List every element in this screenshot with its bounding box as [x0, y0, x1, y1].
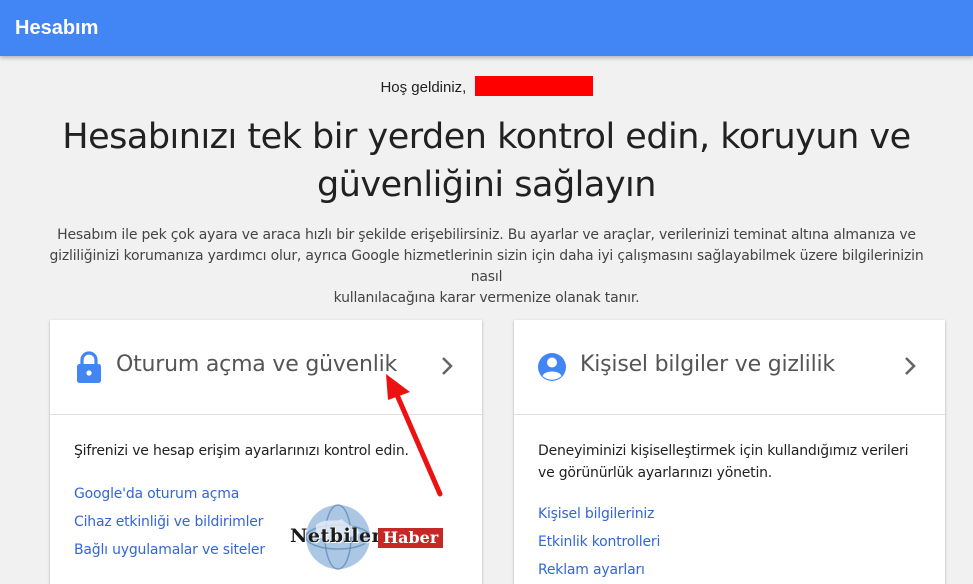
- card-personal-info-privacy-header[interactable]: Kişisel bilgiler ve gizlilik: [514, 320, 945, 415]
- redacted-username: [474, 76, 593, 96]
- watermark-netbilen: Netbilen: [290, 525, 386, 547]
- personal-info-links: Kişisel bilgileriniz Etkinlik kontroller…: [538, 500, 660, 584]
- person-icon: [538, 353, 566, 381]
- intro-line-3: kullanılacağına karar vermenize olanak t…: [333, 290, 640, 306]
- link-connected-apps[interactable]: Bağlı uygulamalar ve siteler: [74, 536, 265, 564]
- headline-line-1: Hesabınızı tek bir yerden kontrol edin, …: [62, 117, 911, 157]
- page-headline: Hesabınızı tek bir yerden kontrol edin, …: [60, 113, 913, 209]
- watermark-haber: Haber: [378, 528, 444, 548]
- signin-security-links: Google'da oturum açma Cihaz etkinliği ve…: [74, 480, 265, 564]
- intro-paragraph: Hesabım ile pek çok ayara ve araca hızlı…: [40, 225, 933, 309]
- intro-line-2: gizliliğinizi korumanıza yardımcı olur, …: [49, 248, 924, 285]
- intro-line-1: Hesabım ile pek çok ayara ve araca hızlı…: [57, 227, 916, 243]
- link-ad-settings[interactable]: Reklam ayarları: [538, 556, 660, 584]
- chevron-right-icon[interactable]: [440, 356, 454, 376]
- chevron-right-icon[interactable]: [903, 356, 917, 376]
- description-line-1: Deneyiminizi kişiselleştirmek için kulla…: [538, 443, 909, 459]
- app-title[interactable]: Hesabım: [15, 17, 98, 40]
- welcome-message: Hoş geldiniz,: [0, 76, 973, 96]
- welcome-text: Hoş geldiniz,: [380, 79, 467, 96]
- card-personal-info-privacy-title: Kişisel bilgiler ve gizlilik: [580, 352, 835, 377]
- card-signin-security-header[interactable]: Oturum açma ve güvenlik: [50, 320, 482, 415]
- link-activity-controls[interactable]: Etkinlik kontrolleri: [538, 528, 660, 556]
- lock-icon: [77, 351, 101, 383]
- card-signin-security-description: Şifrenizi ve hesap erişim ayarlarınızı k…: [74, 443, 409, 459]
- description-line-2: ve görünürlük ayarlarınızı yönetin.: [538, 465, 773, 481]
- link-personal-info[interactable]: Kişisel bilgileriniz: [538, 500, 660, 528]
- top-app-bar: Hesabım: [0, 0, 973, 56]
- card-signin-security-title: Oturum açma ve güvenlik: [116, 352, 398, 377]
- link-google-signin[interactable]: Google'da oturum açma: [74, 480, 265, 508]
- headline-line-2: güvenliğini sağlayın: [317, 165, 656, 205]
- card-personal-info-privacy-description: Deneyiminizi kişiselleştirmek için kulla…: [538, 440, 928, 484]
- link-device-activity[interactable]: Cihaz etkinliği ve bildirimler: [74, 508, 265, 536]
